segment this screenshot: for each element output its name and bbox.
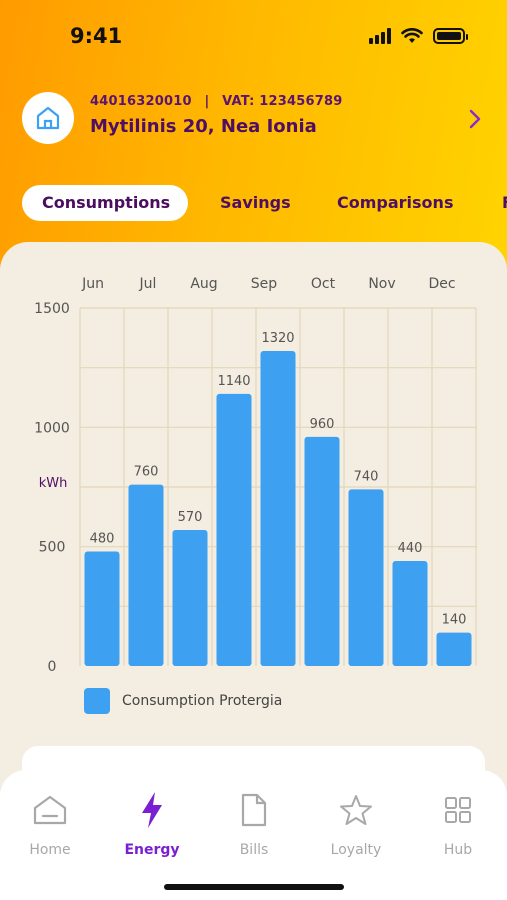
consumption-bar-chart: 0 500 1000 1500 kWh Jun Jul Aug Sep Oct Nov Dec 480 7… — [34, 276, 477, 675]
bottom-navigation: Home Energy Bills Loyalty Hub — [0, 770, 507, 900]
chart-bar — [128, 484, 164, 666]
nav-home-label: Home — [29, 842, 71, 858]
nav-loyalty-label: Loyalty — [330, 842, 382, 858]
bar-value-label: 1320 — [261, 331, 294, 346]
account-vat: VAT: 123456789 — [222, 94, 343, 109]
y-tick-label: 500 — [39, 540, 66, 556]
nav-bills[interactable]: Bills — [214, 790, 294, 858]
y-axis-label: kWh — [39, 476, 68, 491]
bar-value-label: 740 — [354, 469, 379, 484]
grid-icon — [418, 790, 498, 830]
chart-bar — [216, 393, 252, 666]
legend-swatch — [84, 688, 110, 714]
bar-value-label: 760 — [134, 465, 159, 480]
cellular-signal-icon — [369, 28, 391, 44]
document-icon — [214, 790, 294, 830]
legend-label: Consumption Protergia — [122, 693, 283, 709]
account-address: Mytilinis 20, Nea Ionia — [90, 116, 317, 137]
x-tick-label: Sep — [251, 276, 278, 292]
status-time: 9:41 — [70, 24, 123, 48]
account-meta: 44016320010 | VAT: 123456789 — [90, 94, 342, 109]
lightning-bolt-icon — [112, 790, 192, 830]
chart-bar — [392, 560, 428, 666]
nav-bills-label: Bills — [239, 842, 269, 858]
x-tick-label: Jul — [139, 276, 157, 292]
x-tick-label: Oct — [311, 276, 336, 292]
bar-value-label: 440 — [398, 541, 423, 556]
x-tick-label: Jun — [81, 276, 104, 292]
y-tick-label: 1500 — [34, 301, 70, 317]
nav-hub[interactable]: Hub — [418, 790, 498, 858]
home-outline-icon — [10, 790, 90, 830]
nav-energy[interactable]: Energy — [112, 790, 192, 858]
tab-bar: Consumptions Savings Comparisons F — [22, 185, 507, 221]
star-icon — [316, 790, 396, 830]
chevron-right-icon[interactable] — [468, 108, 482, 130]
account-separator: | — [204, 94, 210, 109]
x-tick-label: Aug — [190, 276, 217, 292]
y-tick-label: 0 — [48, 659, 57, 675]
chart-bar — [436, 632, 472, 666]
x-tick-label: Nov — [368, 276, 395, 292]
chart-bar — [84, 551, 120, 666]
x-tick-label: Dec — [428, 276, 455, 292]
battery-icon — [433, 28, 468, 44]
nav-hub-label: Hub — [443, 842, 473, 858]
chart-bar — [348, 489, 384, 666]
chart-bar — [260, 350, 296, 666]
tab-consumptions[interactable]: Consumptions — [22, 185, 188, 221]
status-icons — [369, 28, 468, 44]
nav-home[interactable]: Home — [10, 790, 90, 858]
account-number: 44016320010 — [90, 94, 192, 109]
home-indicator — [164, 884, 344, 890]
bar-value-label: 1140 — [217, 374, 250, 389]
bar-value-label: 960 — [310, 417, 335, 432]
wifi-icon — [401, 28, 423, 43]
account-selector[interactable]: 44016320010 | VAT: 123456789 Mytilinis 2… — [22, 92, 484, 146]
bar-value-label: 570 — [178, 510, 203, 525]
chart-legend: Consumption Protergia — [84, 688, 282, 714]
home-icon — [22, 92, 74, 144]
tab-savings[interactable]: Savings — [220, 185, 291, 221]
bar-value-label: 140 — [442, 613, 467, 628]
chart-bar — [172, 529, 208, 666]
tab-comparisons[interactable]: Comparisons — [337, 185, 453, 221]
consumption-chart-card: 0 500 1000 1500 kWh Jun Jul Aug Sep Oct Nov Dec 480 7… — [0, 242, 507, 806]
y-tick-label: 1000 — [34, 420, 70, 436]
tab-next[interactable]: F — [502, 185, 507, 221]
bar-value-label: 480 — [90, 531, 115, 546]
chart-bar — [304, 436, 340, 666]
nav-energy-label: Energy — [124, 842, 180, 858]
status-bar: 9:41 — [0, 0, 507, 70]
nav-loyalty[interactable]: Loyalty — [316, 790, 396, 858]
